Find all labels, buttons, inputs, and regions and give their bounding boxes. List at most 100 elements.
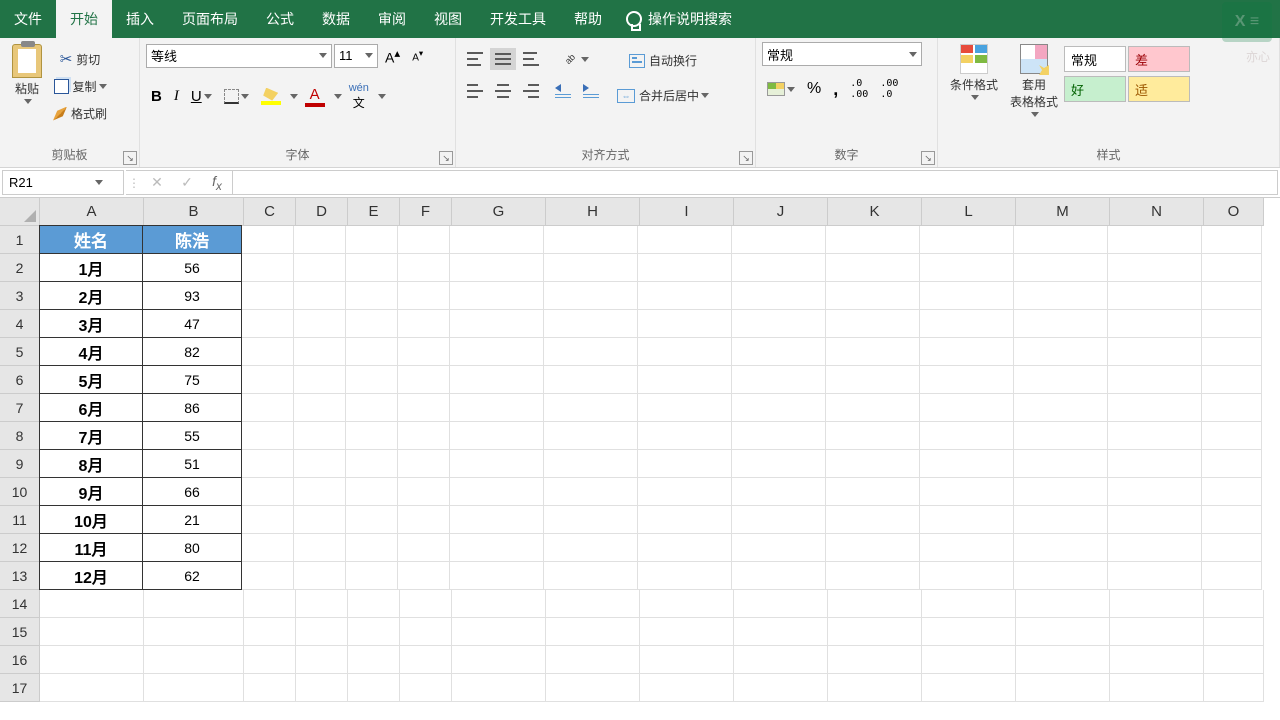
font-color-button[interactable]: A	[300, 82, 330, 111]
row-header-2[interactable]: 2	[0, 254, 40, 282]
cell-K2[interactable]	[826, 254, 920, 282]
cell-G15[interactable]	[452, 618, 546, 646]
cell-L14[interactable]	[922, 590, 1016, 618]
row-header-7[interactable]: 7	[0, 394, 40, 422]
cell-H10[interactable]	[544, 478, 638, 506]
cell-C1[interactable]	[242, 226, 294, 254]
col-header-L[interactable]: L	[922, 198, 1016, 226]
cell-N12[interactable]	[1108, 534, 1202, 562]
cell-J4[interactable]	[732, 310, 826, 338]
cell-N3[interactable]	[1108, 282, 1202, 310]
cell-E15[interactable]	[348, 618, 400, 646]
cell-K17[interactable]	[828, 674, 922, 702]
cell-M11[interactable]	[1014, 506, 1108, 534]
cell-J13[interactable]	[732, 562, 826, 590]
cell-C16[interactable]	[244, 646, 296, 674]
cell-D7[interactable]	[294, 394, 346, 422]
cell-N16[interactable]	[1110, 646, 1204, 674]
cell-I11[interactable]	[638, 506, 732, 534]
cell-E6[interactable]	[346, 366, 398, 394]
phonetic-button[interactable]: wén文	[344, 78, 374, 115]
cell-O13[interactable]	[1202, 562, 1262, 590]
cell-B12[interactable]: 80	[142, 533, 242, 562]
cell-K15[interactable]	[828, 618, 922, 646]
cell-G7[interactable]	[450, 394, 544, 422]
cell-H15[interactable]	[546, 618, 640, 646]
cell-D8[interactable]	[294, 422, 346, 450]
col-header-N[interactable]: N	[1110, 198, 1204, 226]
cell-O11[interactable]	[1202, 506, 1262, 534]
row-header-12[interactable]: 12	[0, 534, 40, 562]
cell-F11[interactable]	[398, 506, 450, 534]
number-format-input[interactable]	[763, 47, 905, 62]
cell-K16[interactable]	[828, 646, 922, 674]
cell-G2[interactable]	[450, 254, 544, 282]
cell-J16[interactable]	[734, 646, 828, 674]
cell-N15[interactable]	[1110, 618, 1204, 646]
cell-G5[interactable]	[450, 338, 544, 366]
cell-I16[interactable]	[640, 646, 734, 674]
cell-H14[interactable]	[546, 590, 640, 618]
align-bottom-button[interactable]	[518, 48, 544, 70]
cell-A3[interactable]: 2月	[39, 281, 143, 310]
cell-O6[interactable]	[1202, 366, 1262, 394]
cell-D1[interactable]	[294, 226, 346, 254]
cell-E9[interactable]	[346, 450, 398, 478]
cell-K7[interactable]	[826, 394, 920, 422]
cell-E8[interactable]	[346, 422, 398, 450]
cell-G6[interactable]	[450, 366, 544, 394]
cell-G16[interactable]	[452, 646, 546, 674]
row-header-1[interactable]: 1	[0, 226, 40, 254]
cell-E1[interactable]	[346, 226, 398, 254]
cell-G17[interactable]	[452, 674, 546, 702]
cell-O9[interactable]	[1202, 450, 1262, 478]
cell-C3[interactable]	[242, 282, 294, 310]
cell-K3[interactable]	[826, 282, 920, 310]
cell-K10[interactable]	[826, 478, 920, 506]
cell-B13[interactable]: 62	[142, 561, 242, 590]
style-neutral[interactable]: 适	[1128, 76, 1190, 102]
cell-J14[interactable]	[734, 590, 828, 618]
cell-N5[interactable]	[1108, 338, 1202, 366]
cell-I8[interactable]	[638, 422, 732, 450]
col-header-G[interactable]: G	[452, 198, 546, 226]
cell-N17[interactable]	[1110, 674, 1204, 702]
merge-center-button[interactable]: ⇔合并后居中	[612, 83, 714, 108]
cell-A5[interactable]: 4月	[39, 337, 143, 366]
cell-B2[interactable]: 56	[142, 253, 242, 282]
cell-I2[interactable]	[638, 254, 732, 282]
cell-F15[interactable]	[400, 618, 452, 646]
cell-B5[interactable]: 82	[142, 337, 242, 366]
row-header-16[interactable]: 16	[0, 646, 40, 674]
cell-B16[interactable]	[144, 646, 244, 674]
row-header-11[interactable]: 11	[0, 506, 40, 534]
cell-J6[interactable]	[732, 366, 826, 394]
row-header-9[interactable]: 9	[0, 450, 40, 478]
cell-L6[interactable]	[920, 366, 1014, 394]
cell-C13[interactable]	[242, 562, 294, 590]
cell-J11[interactable]	[732, 506, 826, 534]
col-header-M[interactable]: M	[1016, 198, 1110, 226]
cell-C8[interactable]	[242, 422, 294, 450]
cell-J3[interactable]	[732, 282, 826, 310]
style-normal[interactable]: 常规	[1064, 46, 1126, 72]
font-size-input[interactable]	[335, 48, 361, 63]
cell-D2[interactable]	[294, 254, 346, 282]
cell-G10[interactable]	[450, 478, 544, 506]
col-header-O[interactable]: O	[1204, 198, 1264, 226]
cell-E17[interactable]	[348, 674, 400, 702]
cell-I7[interactable]	[638, 394, 732, 422]
paste-button[interactable]: 粘贴	[6, 42, 48, 106]
cell-D5[interactable]	[294, 338, 346, 366]
cell-I12[interactable]	[638, 534, 732, 562]
row-header-8[interactable]: 8	[0, 422, 40, 450]
cell-C11[interactable]	[242, 506, 294, 534]
decrease-indent-button[interactable]	[550, 80, 576, 102]
cell-L15[interactable]	[922, 618, 1016, 646]
cell-C2[interactable]	[242, 254, 294, 282]
borders-button[interactable]	[219, 85, 254, 108]
cell-D15[interactable]	[296, 618, 348, 646]
cell-D13[interactable]	[294, 562, 346, 590]
cell-O4[interactable]	[1202, 310, 1262, 338]
cell-C15[interactable]	[244, 618, 296, 646]
